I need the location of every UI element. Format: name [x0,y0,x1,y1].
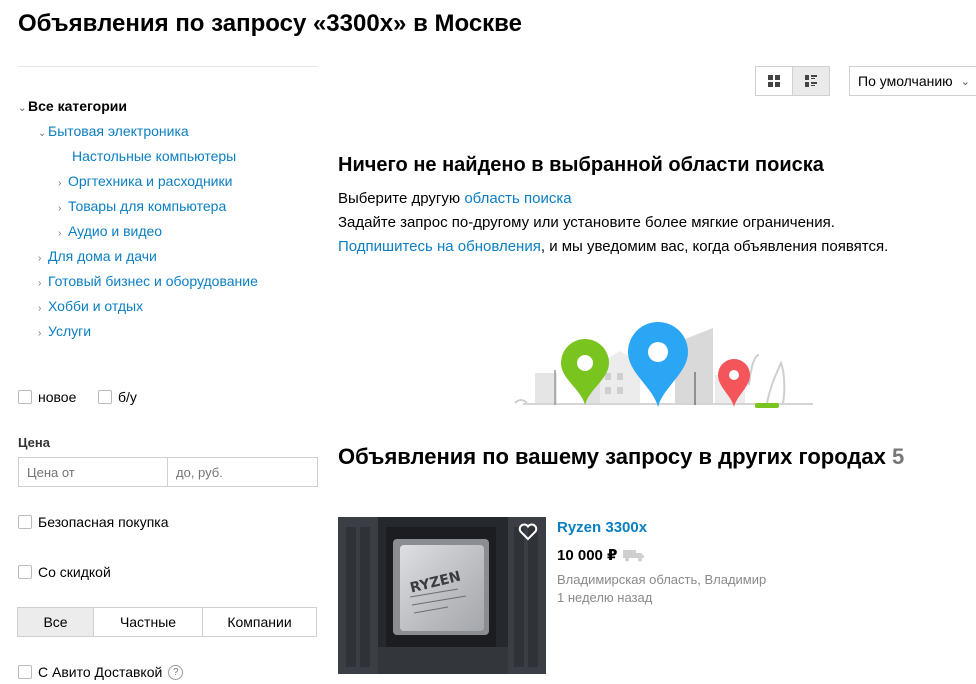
favorite-heart-icon[interactable] [518,523,538,541]
price-to-input[interactable] [168,458,317,486]
checkbox[interactable] [98,390,112,404]
grid-view-button[interactable] [756,67,792,95]
checkbox[interactable] [18,515,32,529]
other-cities-heading-text: Объявления по вашему запросу в других го… [338,444,886,469]
seller-private-button[interactable]: Частные [94,608,203,636]
category-services[interactable]: › Услуги [38,323,91,339]
empty-state-illustration [514,322,813,408]
subscribe-link[interactable]: Подпишитесь на обновления [338,238,541,255]
condition-new-label: новое [38,389,77,405]
title-divider [18,66,318,67]
category-hobby[interactable]: › Хобби и отдых [38,298,143,314]
category-home-label[interactable]: Для дома и дачи [48,248,157,264]
chevron-right-icon: › [38,253,42,264]
empty-line-3-text: , и мы уведомим вас, когда объявления по… [540,238,889,255]
chevron-right-icon: › [38,303,42,314]
listing-location: Владимирская область, Владимир [557,572,767,587]
category-office[interactable]: › Оргтехника и расходники [58,173,232,189]
empty-line-1-text: Выберите другую [338,190,465,207]
green-bar [755,403,779,408]
chevron-right-icon: › [58,228,62,239]
listing-price-row: 10 000 ₽ [557,546,645,564]
help-icon[interactable]: ? [168,664,184,680]
category-hobby-label[interactable]: Хобби и отдых [48,298,143,314]
other-cities-count: 5 [891,444,905,469]
category-services-label[interactable]: Услуги [48,323,91,339]
avito-delivery-label: С Авито Доставкой [38,664,163,680]
chevron-right-icon: › [58,178,62,189]
condition-used[interactable]: б/у [98,389,137,405]
safe-purchase-filter[interactable]: Безопасная покупка [18,514,169,530]
safe-purchase-label: Безопасная покупка [38,514,169,530]
chevron-down-icon: ⌄ [38,128,47,139]
checkbox[interactable] [18,390,32,404]
category-audio-video[interactable]: › Аудио и видео [58,223,162,239]
category-all[interactable]: ⌄ Все категории [18,98,127,114]
listing-date: 1 неделю назад [557,590,653,605]
category-pc-goods-label[interactable]: Товары для компьютера [68,198,226,214]
seller-type-switch: Все Частные Компании [17,607,317,637]
other-cities-heading: Объявления по вашему запросу в других го… [338,444,904,470]
category-electronics-label[interactable]: Бытовая электроника [48,123,189,139]
category-audio-video-label[interactable]: Аудио и видео [68,223,162,239]
sort-select[interactable]: По умолчанию ⌄ [849,66,976,96]
sort-select-value: По умолчанию [858,73,953,89]
condition-new[interactable]: новое [18,389,76,405]
delivery-truck-icon [623,550,645,562]
listing-title[interactable]: Ryzen 3300x [557,519,647,536]
chevron-right-icon: › [58,203,62,214]
category-desktops[interactable]: Настольные компьютеры [72,148,236,164]
empty-state-line-1: Выберите другую область поиска [338,190,572,207]
category-office-label[interactable]: Оргтехника и расходники [68,173,232,189]
category-electronics[interactable]: ⌄ Бытовая электроника [38,123,189,139]
discount-label: Со скидкой [38,564,111,580]
view-toggle [755,66,830,96]
chevron-down-icon: ⌄ [960,75,970,88]
chevron-right-icon: › [38,278,42,289]
grid-icon [768,75,780,87]
listing-price: 10 000 ₽ [557,547,618,564]
checkbox[interactable] [18,665,32,679]
chevron-right-icon: › [38,328,42,339]
category-business[interactable]: › Готовый бизнес и оборудование [38,273,258,289]
empty-state-heading: Ничего не найдено в выбранной области по… [338,154,824,176]
price-from-input[interactable] [19,458,168,486]
category-pc-goods[interactable]: › Товары для компьютера [58,198,226,214]
seller-companies-button[interactable]: Компании [203,608,316,636]
listing-image[interactable]: RYZEN [338,517,546,674]
list-icon [805,75,817,87]
discount-filter[interactable]: Со скидкой [18,564,111,580]
list-view-button[interactable] [792,67,829,95]
category-home[interactable]: › Для дома и дачи [38,248,157,264]
category-all-label: Все категории [28,98,127,114]
search-area-link[interactable]: область поиска [464,190,571,207]
chevron-down-icon: ⌄ [18,103,27,114]
empty-state-line-2: Задайте запрос по-другому или установите… [338,214,835,231]
category-business-label[interactable]: Готовый бизнес и оборудование [48,273,258,289]
condition-used-label: б/у [118,389,137,405]
cpu-photo: RYZEN [338,517,546,674]
checkbox[interactable] [18,565,32,579]
avito-delivery-filter[interactable]: С Авито Доставкой ? [18,664,184,680]
page-title: Объявления по запросу «3300x» в Москве [18,10,522,37]
price-label: Цена [18,435,50,450]
price-range [18,457,318,487]
category-desktops-label[interactable]: Настольные компьютеры [72,148,236,164]
empty-state-line-3: Подпишитесь на обновления, и мы уведомим… [338,238,888,255]
seller-all-button[interactable]: Все [18,608,94,636]
